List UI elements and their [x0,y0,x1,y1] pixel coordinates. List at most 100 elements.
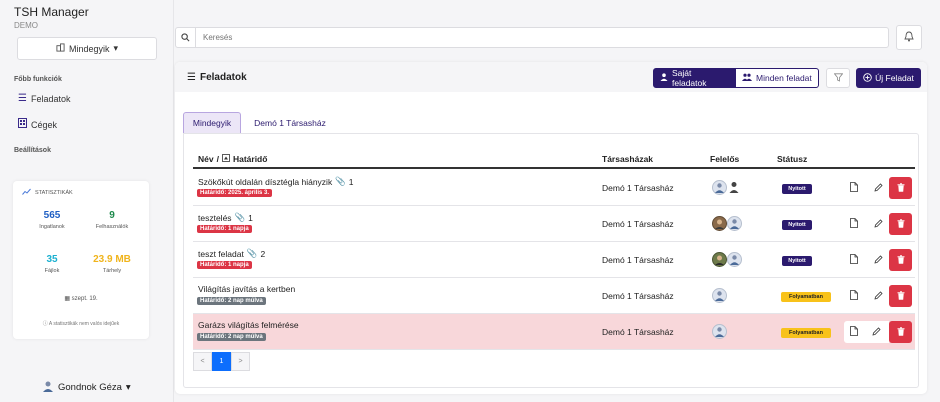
pencil-icon [873,290,883,302]
trash-icon [897,290,905,302]
sidebar-item-feladatok[interactable]: ☰ Feladatok [18,93,71,104]
stats-date-text: szept. 19. [71,296,98,302]
header-divider [193,167,915,169]
sidebar-item-label: Cégek [31,119,58,130]
search-input[interactable] [203,33,863,42]
sort-icon [222,154,230,164]
tasks-table: Név / Határidő Társasházak Felelős Státu… [183,133,919,388]
list-icon: ☰ [187,72,196,83]
user-menu[interactable]: Gondnok Géza ▾ [42,380,131,395]
column-header-status[interactable]: Státusz [777,154,807,164]
table-row[interactable]: Világítás javítás a kertben Határidő: 2 … [193,278,915,314]
pencil-icon [873,218,883,230]
app-env: DEMO [14,21,38,30]
tab-mindegyik[interactable]: Mindegyik [183,112,241,133]
bell-icon [904,31,914,44]
pagination-next[interactable]: > [231,352,250,371]
users-icon [742,73,752,83]
caret-down-icon: ▾ [113,43,119,53]
due-badge: Határidő: 2 nap múlva [197,333,266,341]
stat-label: Ingatlanok [39,224,65,230]
pagination: < 1 > [193,352,250,371]
list-icon: ☰ [18,93,27,104]
delete-button[interactable] [889,321,912,343]
sidebar-item-cegek[interactable]: Cégek [18,118,57,131]
view-button[interactable] [844,177,864,199]
status-badge: Nyitott [782,184,812,194]
view-button[interactable] [844,213,864,235]
all-tasks-button[interactable]: Minden feladat [735,68,819,88]
task-name: Szökőkút oldalán dísztégla hiányzik 📎 1 [198,176,354,187]
file-icon [850,218,858,230]
company-cell: Demó 1 Társasház [602,219,674,229]
stat-users: 9 Felhasználók [82,210,142,230]
filter-icon [833,72,843,84]
stat-label: Fájlok [44,268,60,274]
company-select[interactable]: Mindegyik ▾ [17,37,157,60]
stat-label: Tárhely [102,268,122,274]
file-icon [850,254,858,266]
pagination-page[interactable]: 1 [212,352,231,371]
delete-button[interactable] [889,213,912,235]
edit-button[interactable] [864,321,889,343]
table-row[interactable]: Szökőkút oldalán dísztégla hiányzik 📎 1 … [193,170,915,206]
avatar [712,288,727,303]
task-title: Szökőkút oldalán dísztégla hiányzik [198,176,333,187]
avatar [712,252,727,267]
delete-button[interactable] [889,285,912,307]
column-header-owner[interactable]: Felelős [710,154,739,164]
page-title: ☰ Feladatok [187,72,247,83]
pencil-icon [872,326,881,338]
table-row[interactable]: Garázs világítás felmérése Határidő: 2 n… [193,314,915,350]
stat-value: 35 [46,254,58,265]
pagination-prev[interactable]: < [193,352,212,371]
status-badge: Folyamatban [781,292,831,302]
task-title: Világítás javítás a kertben [198,284,296,294]
company-cell: Demó 1 Társasház [602,255,674,265]
trash-icon [897,182,905,194]
search-icon [176,28,196,47]
stat-label: Felhasználók [95,224,129,230]
status-badge: Nyitott [782,256,812,266]
view-button[interactable] [844,285,864,307]
attachment-count: 2 [260,248,266,259]
column-header-company[interactable]: Társasházak [602,154,653,164]
edit-button[interactable] [868,213,888,235]
page-title-text: Feladatok [199,72,247,83]
delete-button[interactable] [889,177,912,199]
stat-files: 35 Fájlok [22,254,82,274]
file-icon [850,326,858,338]
delete-button[interactable] [889,249,912,271]
avatar [712,216,727,231]
view-button[interactable] [844,249,864,271]
filter-button[interactable] [826,68,850,88]
table-row[interactable]: teszt feladat 📎 2 Határidő: 1 napja Demó… [193,242,915,278]
stat-value: 565 [43,210,61,221]
task-name: tesztelés 📎 1 [198,212,253,223]
view-button[interactable] [844,321,864,343]
notifications-button[interactable] [896,25,922,50]
own-tasks-button[interactable]: Saját feladatok [653,68,735,88]
new-task-button[interactable]: Új Feladat [856,68,921,88]
tab-demo-1-tarsashaz[interactable]: Demó 1 Társasház [245,112,335,133]
calendar-icon: ▦ [64,296,70,302]
tasks-panel: ☰ Feladatok Saját feladatok Minden felad… [175,62,927,394]
header-separator: / [216,154,219,164]
avatar [727,252,742,267]
paperclip-icon: 📎 [335,176,346,186]
sidebar: TSH Manager DEMO Mindegyik ▾ Főbb funkci… [0,0,174,402]
column-header-name-due[interactable]: Név / Határidő [198,154,267,164]
column-header-due: Határidő [232,154,268,164]
stats-note: ⓘ A statisztikák nem valós idejűek [13,320,149,327]
task-name: Világítás javítás a kertben [198,284,295,294]
edit-button[interactable] [868,249,888,271]
edit-button[interactable] [868,285,888,307]
search-bar [175,27,889,48]
company-select-label: Mindegyik [68,43,110,54]
edit-button[interactable] [868,177,888,199]
table-row[interactable]: tesztelés 📎 1 Határidő: 1 napja Demó 1 T… [193,206,915,242]
due-badge: Határidő: 2 nap múlva [197,297,266,305]
stat-value: 23.9 MB [93,254,131,265]
avatar [727,216,742,231]
all-tasks-label: Minden feladat [756,73,812,83]
